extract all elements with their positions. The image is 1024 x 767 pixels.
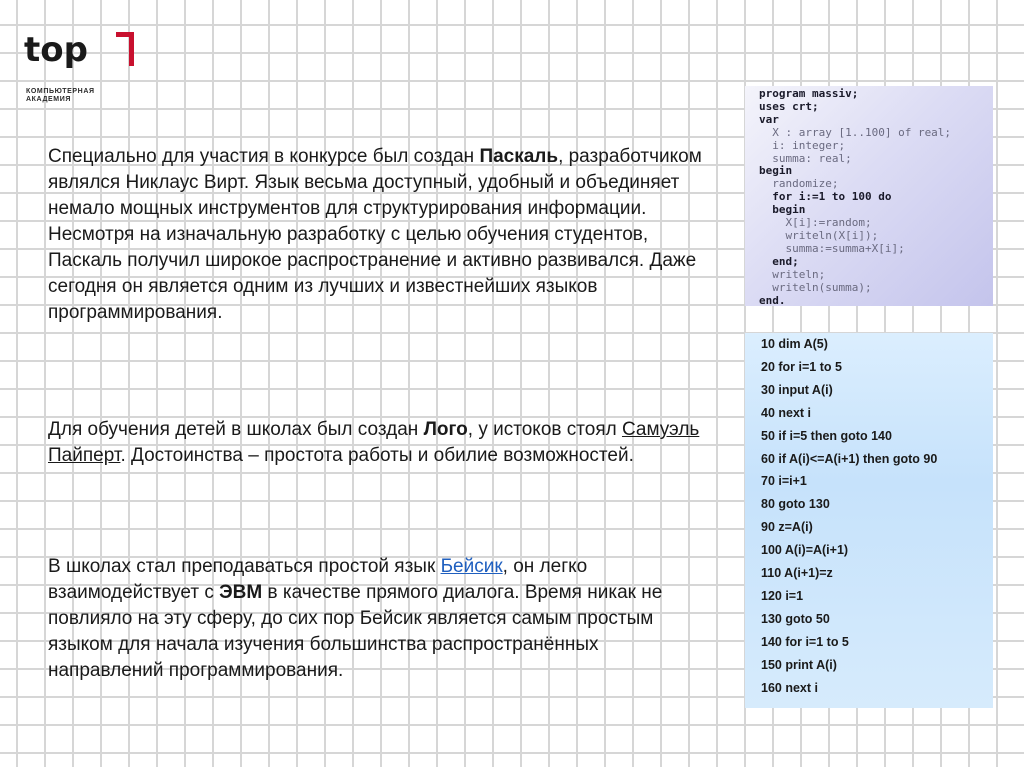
basic-code-line: 100 A(i)=A(i+1) [761, 543, 849, 558]
link-basic[interactable]: Бейсик [441, 556, 503, 577]
basic-code-line: 130 goto 50 [761, 611, 830, 626]
basic-code-line: 30 input A(i) [761, 382, 833, 397]
pascal-code-line: writeln(X[i]); [759, 228, 879, 242]
basic-code-line: 160 next i [761, 680, 818, 695]
pascal-code-line: var [759, 112, 779, 126]
term-pascal: Паскаль [479, 146, 559, 167]
basic-code-line: 120 i=1 [761, 588, 804, 603]
pascal-code-line: uses crt; [759, 99, 819, 113]
basic-code-line: 140 for i=1 to 5 [761, 634, 849, 649]
basic-code-line: 90 z=A(i) [761, 520, 813, 535]
basic-code-line: 80 goto 130 [761, 497, 830, 512]
paragraph-pascal: Специально для участия в конкурсе был со… [48, 144, 708, 326]
paragraph-text: . Достоинства – простота работы и обилие… [120, 445, 634, 466]
pascal-code-line: X : array [1..100] of real; [759, 125, 952, 139]
pascal-code-line: writeln(summa); [759, 280, 872, 294]
logo-bracket-icon [116, 32, 134, 66]
paragraph-text: , разработчиком являлся Никлаус Вирт. Яз… [48, 146, 702, 323]
paragraph-text: В школах стал преподаваться простой язык [48, 556, 441, 577]
basic-code-line: 50 if i=5 then goto 140 [761, 428, 892, 443]
pascal-code-listing: program massiv; uses crt; var X : array [1… [745, 86, 993, 306]
basic-code-line: 70 i=i+1 [761, 474, 807, 489]
paragraph-text: Специально для участия в конкурсе был со… [48, 146, 480, 167]
paragraph-basic: В школах стал преподаваться простой язык… [48, 554, 708, 684]
pascal-code-line: end; [759, 254, 799, 268]
logo-wordmark: top [24, 30, 88, 70]
logo: top компьютерная академия [24, 28, 164, 108]
basic-code-line: 40 next i [761, 405, 812, 420]
logo-subtitle: компьютерная академия [26, 88, 95, 104]
logo-subtitle-line1: компьютерная [26, 88, 95, 95]
pascal-code-line: end. [759, 293, 786, 307]
term-logo: Лого [423, 419, 468, 440]
basic-code-line: 10 dim A(5) [761, 337, 828, 351]
basic-code-line: 20 for i=1 to 5 [761, 359, 842, 374]
pascal-code-line: summa:=summa+X[i]; [759, 241, 905, 255]
pascal-code-line: i: integer; [759, 138, 846, 152]
basic-code-line: 150 print A(i) [761, 657, 837, 672]
pascal-code-line: writeln; [759, 267, 826, 281]
logo-subtitle-line2: академия [26, 96, 71, 103]
paragraph-logo: Для обучения детей в школах был создан Л… [48, 417, 708, 469]
paragraph-text: Для обучения детей в школах был создан [48, 419, 424, 440]
basic-code-line: 110 A(i+1)=z [761, 566, 833, 581]
pascal-code-line: program massiv; [759, 87, 859, 100]
basic-code-listing: 10 dim A(5) 20 for i=1 to 5 30 input A(i) 4… [745, 333, 993, 708]
paragraph-text: , у истоков стоял [467, 419, 622, 440]
basic-code-line: 60 if A(i)<=A(i+1) then goto 90 [761, 451, 938, 466]
pascal-code-line: summa: real; [759, 151, 852, 165]
term-evm: ЭВМ [219, 582, 263, 603]
